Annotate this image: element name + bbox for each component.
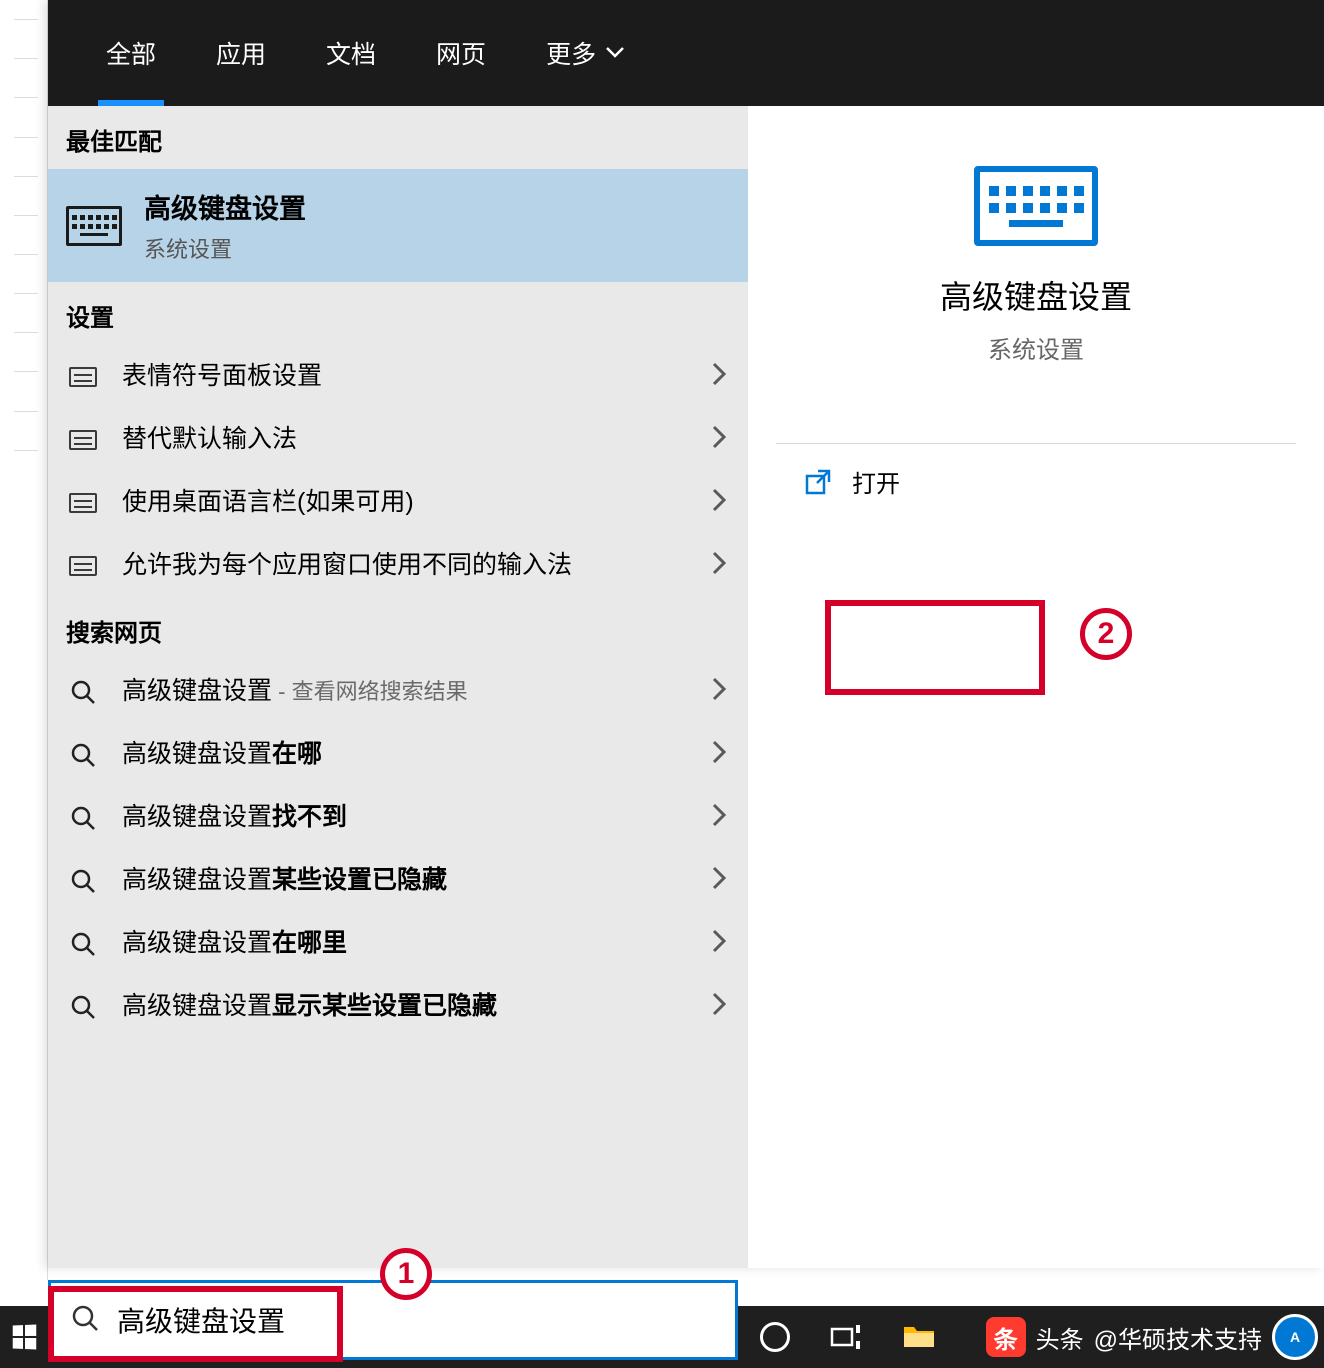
preview-subtitle: 系统设置 <box>748 330 1324 393</box>
search-icon <box>66 679 100 705</box>
settings-row[interactable]: 表情符号面板设置 <box>48 345 748 408</box>
search-icon <box>66 868 100 894</box>
tab-docs[interactable]: 文档 <box>296 0 406 106</box>
tab-more-label: 更多 <box>546 35 596 71</box>
annotation-number-2: 2 <box>1080 608 1132 660</box>
tab-apps[interactable]: 应用 <box>186 0 296 106</box>
keyboard-icon <box>974 166 1098 246</box>
best-match-result[interactable]: 高级键盘设置 系统设置 <box>48 169 748 282</box>
chevron-right-icon <box>712 740 726 769</box>
web-row-label: 高级键盘设置在哪 <box>122 737 690 772</box>
search-results-panel: 全部 应用 文档 网页 更多 最佳匹配 <box>48 0 1324 1268</box>
web-row[interactable]: 高级键盘设置 - 查看网络搜索结果 <box>48 660 748 723</box>
chevron-right-icon <box>712 551 726 580</box>
best-match-subtitle: 系统设置 <box>144 232 306 264</box>
preview-title: 高级键盘设置 <box>748 272 1324 318</box>
settings-row-label: 允许我为每个应用窗口使用不同的输入法 <box>122 548 690 583</box>
tab-web[interactable]: 网页 <box>406 0 516 106</box>
preview-pane: 高级键盘设置 系统设置 打开 <box>748 106 1324 1268</box>
settings-row-label: 表情符号面板设置 <box>122 359 690 394</box>
toutiao-icon: 条 <box>986 1317 1026 1357</box>
chevron-right-icon <box>712 425 726 454</box>
tab-all[interactable]: 全部 <box>76 0 186 106</box>
web-row-label: 高级键盘设置 - 查看网络搜索结果 <box>122 674 690 709</box>
chevron-right-icon <box>712 992 726 1021</box>
web-row[interactable]: 高级键盘设置找不到 <box>48 786 748 849</box>
watermark: 条 头条 @华硕技术支持 A <box>986 1310 1318 1364</box>
keyboard-icon <box>69 367 97 387</box>
chevron-right-icon <box>712 866 726 895</box>
chevron-right-icon <box>712 488 726 517</box>
background-gridlines <box>14 0 40 470</box>
windows-icon <box>13 1324 37 1349</box>
open-button[interactable]: 打开 <box>776 444 996 519</box>
tab-more[interactable]: 更多 <box>516 0 654 106</box>
settings-row-label: 使用桌面语言栏(如果可用) <box>122 485 690 520</box>
web-row-label: 高级键盘设置在哪里 <box>122 926 690 961</box>
web-row-label: 高级键盘设置某些设置已隐藏 <box>122 863 690 898</box>
asus-avatar-icon: A <box>1272 1314 1318 1360</box>
section-best-match: 最佳匹配 <box>48 106 748 169</box>
section-settings: 设置 <box>48 282 748 345</box>
watermark-handle: @华硕技术支持 <box>1094 1320 1262 1355</box>
cortana-button[interactable] <box>760 1322 790 1352</box>
results-list: 最佳匹配 高级键盘设置 系统设置 设置 表情符号面板设置 <box>48 106 748 1268</box>
search-icon <box>71 1304 99 1337</box>
chevron-right-icon <box>712 677 726 706</box>
web-row[interactable]: 高级键盘设置在哪里 <box>48 912 748 975</box>
web-row-label: 高级键盘设置显示某些设置已隐藏 <box>122 989 690 1024</box>
chevron-right-icon <box>712 803 726 832</box>
keyboard-icon <box>69 493 97 513</box>
keyboard-icon <box>66 206 122 246</box>
web-row[interactable]: 高级键盘设置某些设置已隐藏 <box>48 849 748 912</box>
web-row-label: 高级键盘设置找不到 <box>122 800 690 835</box>
open-label: 打开 <box>852 464 900 499</box>
search-filter-tabbar: 全部 应用 文档 网页 更多 <box>48 0 1324 106</box>
settings-row-label: 替代默认输入法 <box>122 422 690 457</box>
background-window-edge <box>0 0 48 1280</box>
settings-row[interactable]: 允许我为每个应用窗口使用不同的输入法 <box>48 534 748 597</box>
keyboard-icon <box>69 430 97 450</box>
web-row[interactable]: 高级键盘设置在哪 <box>48 723 748 786</box>
file-explorer-icon[interactable] <box>902 1321 936 1354</box>
chevron-right-icon <box>712 929 726 958</box>
section-search-web: 搜索网页 <box>48 597 748 660</box>
task-view-button[interactable] <box>830 1323 862 1351</box>
settings-row[interactable]: 使用桌面语言栏(如果可用) <box>48 471 748 534</box>
keyboard-icon <box>69 556 97 576</box>
chevron-right-icon <box>712 362 726 391</box>
chevron-down-icon <box>606 47 624 59</box>
search-icon <box>66 742 100 768</box>
web-row[interactable]: 高级键盘设置显示某些设置已隐藏 <box>48 975 748 1038</box>
search-icon <box>66 994 100 1020</box>
watermark-prefix: 头条 <box>1036 1320 1084 1355</box>
annotation-number-1: 1 <box>380 1248 432 1300</box>
settings-row[interactable]: 替代默认输入法 <box>48 408 748 471</box>
best-match-title: 高级键盘设置 <box>144 187 306 226</box>
search-icon <box>66 931 100 957</box>
start-button[interactable] <box>0 1306 48 1368</box>
search-icon <box>66 805 100 831</box>
search-input[interactable] <box>117 1304 715 1336</box>
open-icon <box>804 468 832 496</box>
